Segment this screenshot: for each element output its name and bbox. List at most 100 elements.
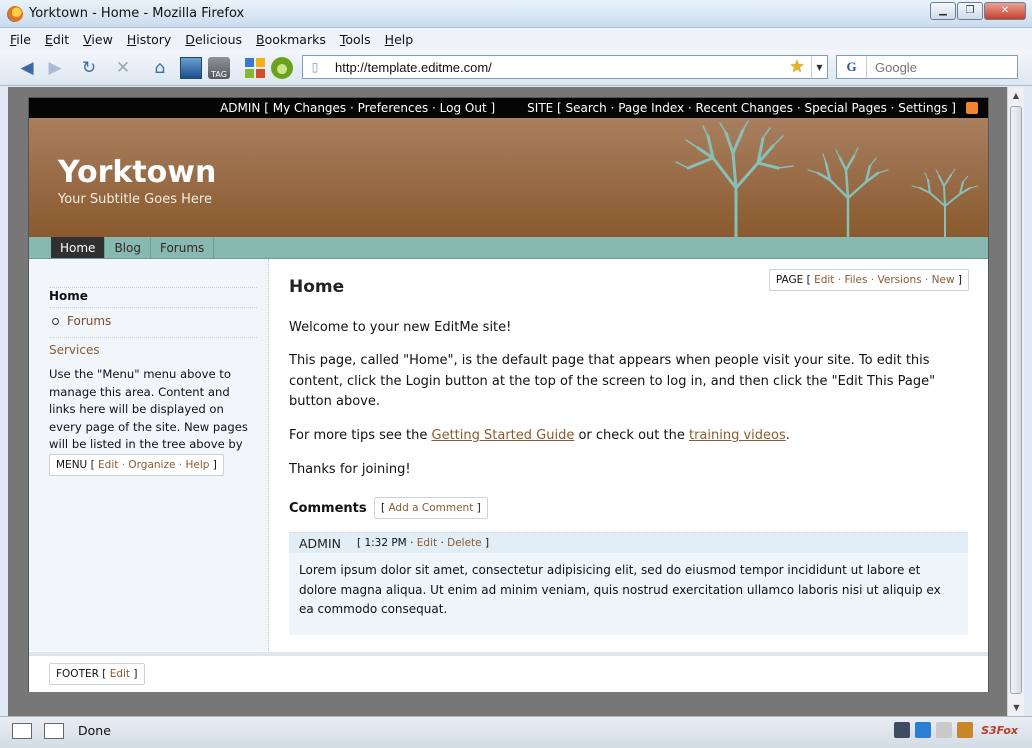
close-button[interactable]: ✕ [984, 2, 1026, 20]
status-text: Done [78, 723, 111, 738]
vertical-scrollbar[interactable]: ▲ ▼ [1007, 87, 1024, 716]
scroll-up-icon[interactable]: ▲ [1008, 87, 1024, 104]
delicious-bookmark-icon[interactable] [178, 55, 204, 81]
intro-paragraph: This page, called "Home", is the default… [289, 353, 936, 409]
window-controls: ▁ ❐ ✕ [929, 2, 1026, 20]
reload-icon[interactable]: ↻ [76, 55, 102, 81]
sidebar-item-forums[interactable]: Forums [52, 314, 111, 328]
menu-edit-box: MENU [ Edit · Organize · Help ] [49, 454, 224, 476]
search-input[interactable] [867, 59, 1015, 75]
menu-tools[interactable]: Tools [340, 32, 371, 47]
mail-icon[interactable] [936, 722, 953, 738]
stop-icon[interactable]: ✕ [110, 55, 136, 81]
tag-icon[interactable]: TAG [206, 55, 232, 81]
history-dropdown-icon[interactable]: ▼ [811, 56, 827, 78]
content-area: Home Forums Services Use the "Menu" menu… [29, 259, 988, 651]
sidebar-item-home[interactable]: Home [49, 289, 88, 303]
firefox-logo-icon [7, 6, 23, 22]
comment-author: ADMIN [299, 535, 341, 551]
comments-heading: Comments [289, 501, 367, 516]
snowflake-icon[interactable] [915, 722, 932, 738]
menu-bookmarks[interactable]: Bookmarks [256, 32, 326, 47]
scroll-down-icon[interactable]: ▼ [1008, 699, 1025, 716]
window-titlebar: Yorktown - Home - Mozilla Firefox ▁ ❐ ✕ [0, 0, 1032, 28]
page-versions-link[interactable]: Versions [878, 274, 922, 286]
menu-edit[interactable]: Edit [45, 32, 69, 47]
tips-paragraph: For more tips see the Getting Started Gu… [289, 428, 790, 443]
menu-bar: File Edit View History Delicious Bookmar… [0, 28, 1032, 50]
main-content: Home PAGE [ Edit · Files · Versions · Ne… [269, 259, 988, 651]
tab-home[interactable]: Home [51, 237, 106, 258]
menu-history[interactable]: History [127, 32, 171, 47]
divider [49, 287, 257, 288]
welcome-text: Welcome to your new EditMe site! [289, 320, 512, 335]
menu-help[interactable]: Help [385, 32, 414, 47]
comment-body: Lorem ipsum dolor sit amet, consectetur … [299, 563, 941, 616]
site-title[interactable]: Yorktown [58, 155, 216, 190]
site-links[interactable]: SITE [ Search · Page Index · Recent Chan… [527, 101, 956, 115]
navigation-toolbar: ◀ ▶ ↻ ✕ ⌂ TAG ▯ http://template.editme.c… [0, 50, 1032, 86]
trees-illustration [675, 120, 979, 237]
minimize-button[interactable]: ▁ [930, 2, 956, 20]
forward-arrow-icon[interactable]: ▶ [42, 55, 68, 81]
menu-file[interactable]: File [10, 32, 31, 47]
home-icon[interactable]: ⌂ [147, 55, 173, 81]
menu-edit-link[interactable]: Edit [98, 459, 118, 471]
browser-viewport: ADMIN [ My Changes · Preferences · Log O… [8, 87, 1007, 716]
screen-tool-icon[interactable] [44, 723, 64, 739]
pencil-tool-icon[interactable] [12, 723, 32, 739]
page-icon: ▯ [311, 60, 319, 74]
tab-forums[interactable]: Forums [151, 237, 215, 258]
getting-started-link[interactable]: Getting Started Guide [432, 428, 575, 443]
site-footer: FOOTER [ Edit ] [29, 652, 988, 692]
url-input[interactable]: http://template.editme.com/ [335, 60, 785, 75]
footer-edit-link[interactable]: Edit [110, 668, 130, 680]
window-title: Yorktown - Home - Mozilla Firefox [29, 6, 245, 21]
page-edit-link[interactable]: Edit [814, 274, 834, 286]
feed-icon[interactable] [269, 55, 295, 81]
address-bar[interactable]: ▯ http://template.editme.com/ ★ ▼ [302, 55, 828, 79]
back-arrow-icon[interactable]: ◀ [14, 55, 40, 81]
sidebar: Home Forums Services Use the "Menu" menu… [29, 259, 269, 651]
page-files-link[interactable]: Files [844, 274, 867, 286]
add-comment-box: [ Add a Comment ] [374, 497, 488, 519]
admin-links[interactable]: ADMIN [ My Changes · Preferences · Log O… [220, 101, 495, 115]
comment-item: ADMIN [ 1:32 PM · Edit · Delete ] Lorem … [289, 532, 968, 635]
menu-view[interactable]: View [83, 32, 113, 47]
menu-delicious[interactable]: Delicious [185, 32, 242, 47]
menu-help-link[interactable]: Help [185, 459, 209, 471]
comment-header: ADMIN [ 1:32 PM · Edit · Delete ] [289, 533, 968, 553]
bullet-icon [52, 318, 59, 325]
delicious-grid-icon[interactable] [242, 55, 268, 81]
thanks-text: Thanks for joining! [289, 462, 411, 477]
s3fox-label[interactable]: S3Fox [981, 724, 1018, 737]
tab-blog[interactable]: Blog [105, 237, 151, 258]
site-page: ADMIN [ My Changes · Preferences · Log O… [28, 97, 989, 692]
site-subtitle: Your Subtitle Goes Here [58, 192, 212, 207]
firebug-icon[interactable] [957, 722, 974, 738]
footer-box: FOOTER [ Edit ] [49, 663, 145, 685]
search-bar[interactable]: G [836, 55, 1018, 79]
page-actions-box: PAGE [ Edit · Files · Versions · New ] [768, 269, 969, 291]
comment-meta: [ 1:32 PM · Edit · Delete ] [357, 537, 490, 549]
status-bar: Done S3Fox [0, 716, 1032, 748]
menu-organize-link[interactable]: Organize [128, 459, 175, 471]
addon-grid-icon[interactable] [894, 722, 911, 738]
admin-bar: ADMIN [ My Changes · Preferences · Log O… [29, 98, 988, 118]
page-new-link[interactable]: New [932, 274, 955, 286]
page-title: Home [289, 277, 345, 297]
google-engine-icon[interactable]: G [837, 56, 867, 78]
scrollbar-thumb[interactable] [1010, 106, 1022, 694]
add-comment-link[interactable]: Add a Comment [388, 502, 473, 514]
maximize-button[interactable]: ❐ [957, 2, 983, 20]
status-addons: S3Fox [889, 722, 1018, 738]
training-videos-link[interactable]: training videos [689, 428, 786, 443]
comment-edit-link[interactable]: Edit [417, 537, 437, 549]
divider [49, 337, 257, 338]
site-header: Yorktown Your Subtitle Goes Here [29, 118, 988, 237]
divider [49, 307, 257, 308]
rss-icon[interactable] [966, 102, 978, 114]
sidebar-services-heading: Services [49, 343, 100, 357]
bookmark-star-icon[interactable]: ★ [785, 57, 809, 77]
comment-delete-link[interactable]: Delete [447, 537, 482, 549]
